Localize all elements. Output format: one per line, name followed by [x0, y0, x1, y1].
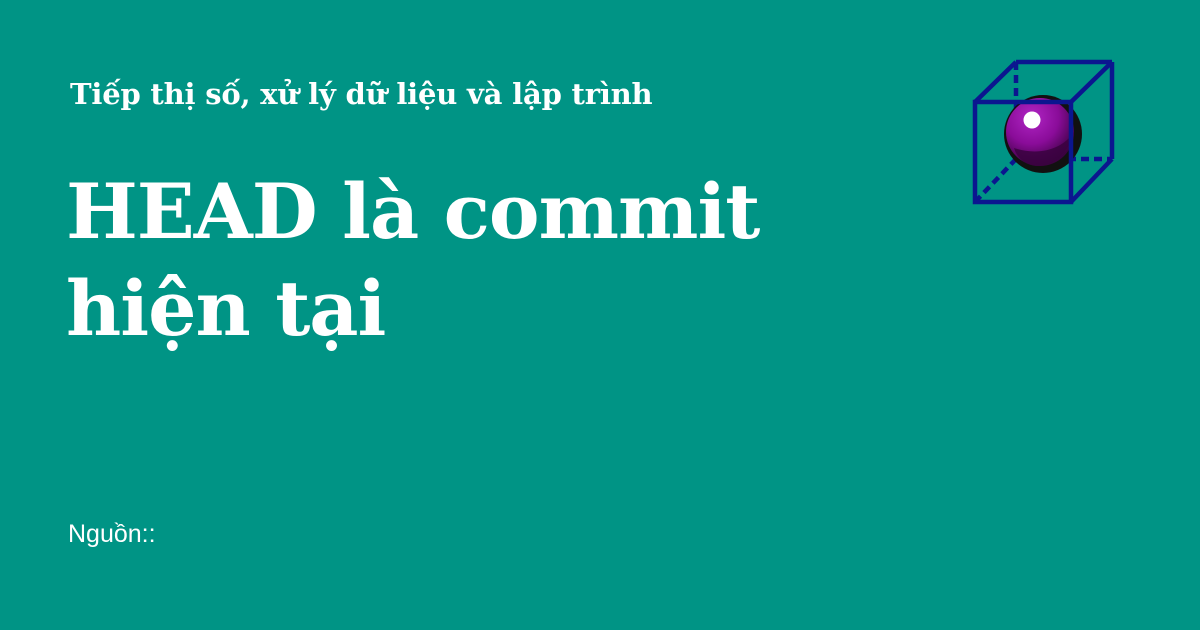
- cube-edge: [1069, 60, 1114, 104]
- social-share-card: Tiếp thị số, xử lý dữ liệu và lập trình …: [0, 0, 1200, 630]
- cube-with-sphere-icon: [966, 54, 1124, 210]
- sphere-highlight: [1023, 111, 1041, 129]
- page-title: HEAD là commit hiện tại: [66, 167, 760, 353]
- cube-edge: [973, 60, 1018, 104]
- logo-svg: [972, 59, 1115, 205]
- cube-back-edge: [973, 157, 1018, 204]
- site-tagline: Tiếp thị số, xử lý dữ liệu và lập trình: [70, 77, 653, 111]
- source-label: Nguồn::: [68, 520, 156, 548]
- cube-edge: [1069, 157, 1114, 204]
